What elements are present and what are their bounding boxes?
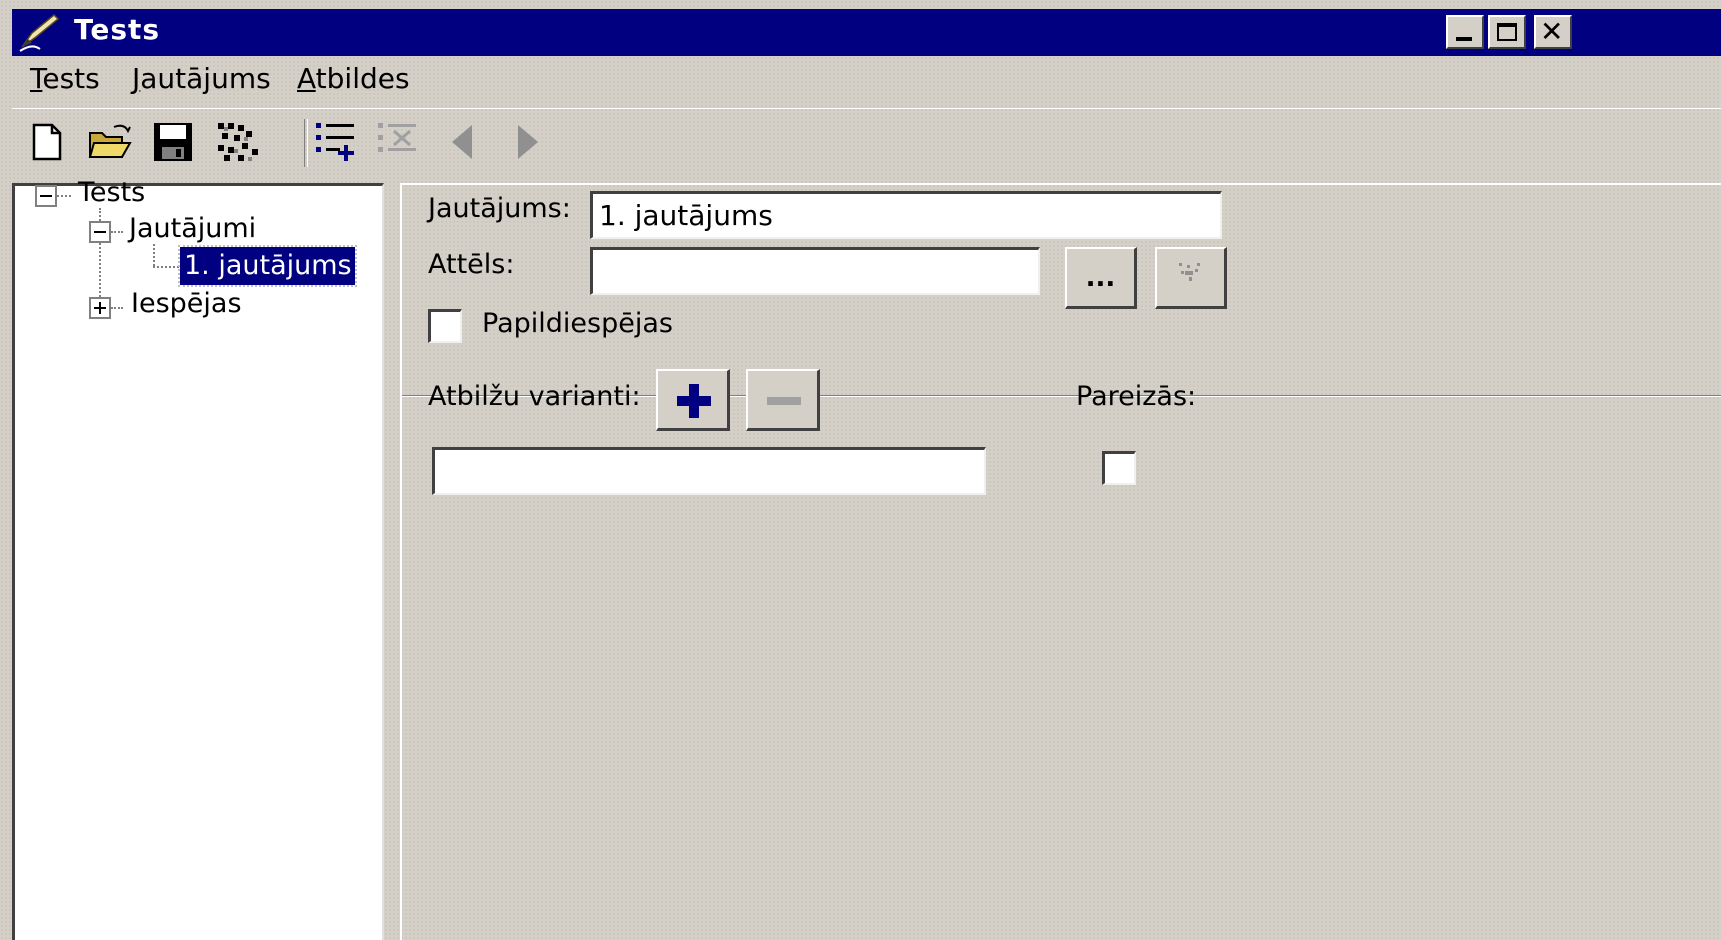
save-button[interactable] xyxy=(150,119,196,165)
answers-label: Atbilžu varianti: xyxy=(428,381,641,412)
title-bar[interactable]: Tests ✕ xyxy=(12,9,1721,56)
image-label: Attēls: xyxy=(428,249,515,280)
previous-button[interactable] xyxy=(440,119,486,165)
collapse-tests-toggle[interactable] xyxy=(35,185,57,207)
tree-item-options[interactable]: Iespējas xyxy=(131,288,242,319)
tree-connector xyxy=(111,307,123,309)
toolbar xyxy=(12,108,1721,175)
window-title: Tests xyxy=(74,13,161,46)
toolbar-separator xyxy=(304,119,308,167)
clear-image-button[interactable] xyxy=(1155,247,1227,309)
next-icon xyxy=(518,125,538,159)
new-file-icon xyxy=(32,123,62,161)
close-icon: ✕ xyxy=(1540,15,1564,48)
tree-item-questions[interactable]: Jautājumi xyxy=(129,213,256,244)
answer-correct-checkbox[interactable] xyxy=(1102,451,1136,485)
tree-item-question-1[interactable]: 1. jautājums xyxy=(178,245,357,287)
tree-view[interactable]: Tests Jautājumi 1. jautājums Iespējas xyxy=(12,177,384,940)
browse-image-button[interactable]: ... xyxy=(1065,247,1137,309)
expand-options-toggle[interactable] xyxy=(89,297,111,319)
export-icon xyxy=(218,123,258,161)
minimize-icon xyxy=(1456,37,1472,41)
previous-icon xyxy=(452,125,472,159)
question-label: Jautājums: xyxy=(428,193,571,224)
close-button[interactable]: ✕ xyxy=(1534,15,1572,49)
plus-icon xyxy=(677,384,711,418)
new-file-button[interactable] xyxy=(24,119,70,165)
menu-answers[interactable]: Atbildes xyxy=(297,62,410,95)
tree-item-tests[interactable]: Tests xyxy=(78,177,145,208)
remove-answer-button[interactable] xyxy=(746,369,820,431)
extra-options-label: Papildiespējas xyxy=(482,308,673,339)
delete-item-icon xyxy=(378,123,416,152)
application-window: Tests ✕ Tests Jautājums Atbildes Tests J… xyxy=(0,0,1721,940)
tree-connector xyxy=(111,231,123,233)
next-button[interactable] xyxy=(504,119,550,165)
menu-tests[interactable]: Tests xyxy=(30,62,100,95)
tree-connector xyxy=(153,266,179,268)
open-button[interactable] xyxy=(86,119,132,165)
add-question-button[interactable] xyxy=(314,119,360,165)
maximize-icon xyxy=(1497,23,1517,41)
image-path-input[interactable] xyxy=(590,247,1040,295)
collapse-questions-toggle[interactable] xyxy=(89,221,111,243)
question-text-input[interactable] xyxy=(590,191,1222,239)
menu-bar: Tests Jautājums Atbildes xyxy=(12,56,1721,106)
correct-label: Pareizās: xyxy=(1076,381,1197,412)
add-item-icon xyxy=(316,123,354,161)
save-icon xyxy=(154,123,192,161)
browse-button-label: ... xyxy=(1085,263,1116,293)
extra-options-checkbox[interactable] xyxy=(428,309,462,343)
minus-icon xyxy=(767,397,801,405)
tree-connector xyxy=(153,244,155,266)
pen-writing-icon xyxy=(18,13,60,53)
export-button[interactable] xyxy=(214,119,260,165)
question-editor-panel: Jautājums: Attēls: ... Papildiespējas At… xyxy=(400,183,1721,940)
maximize-button[interactable] xyxy=(1488,15,1526,49)
open-folder-icon xyxy=(88,124,132,158)
menu-question[interactable]: Jautājums xyxy=(132,62,271,95)
add-answer-button[interactable] xyxy=(656,369,730,431)
delete-question-button[interactable] xyxy=(376,119,422,165)
tree-connector xyxy=(57,195,71,197)
clear-image-icon xyxy=(1179,263,1200,281)
answer-text-input[interactable] xyxy=(432,447,986,495)
minimize-button[interactable] xyxy=(1446,15,1484,49)
